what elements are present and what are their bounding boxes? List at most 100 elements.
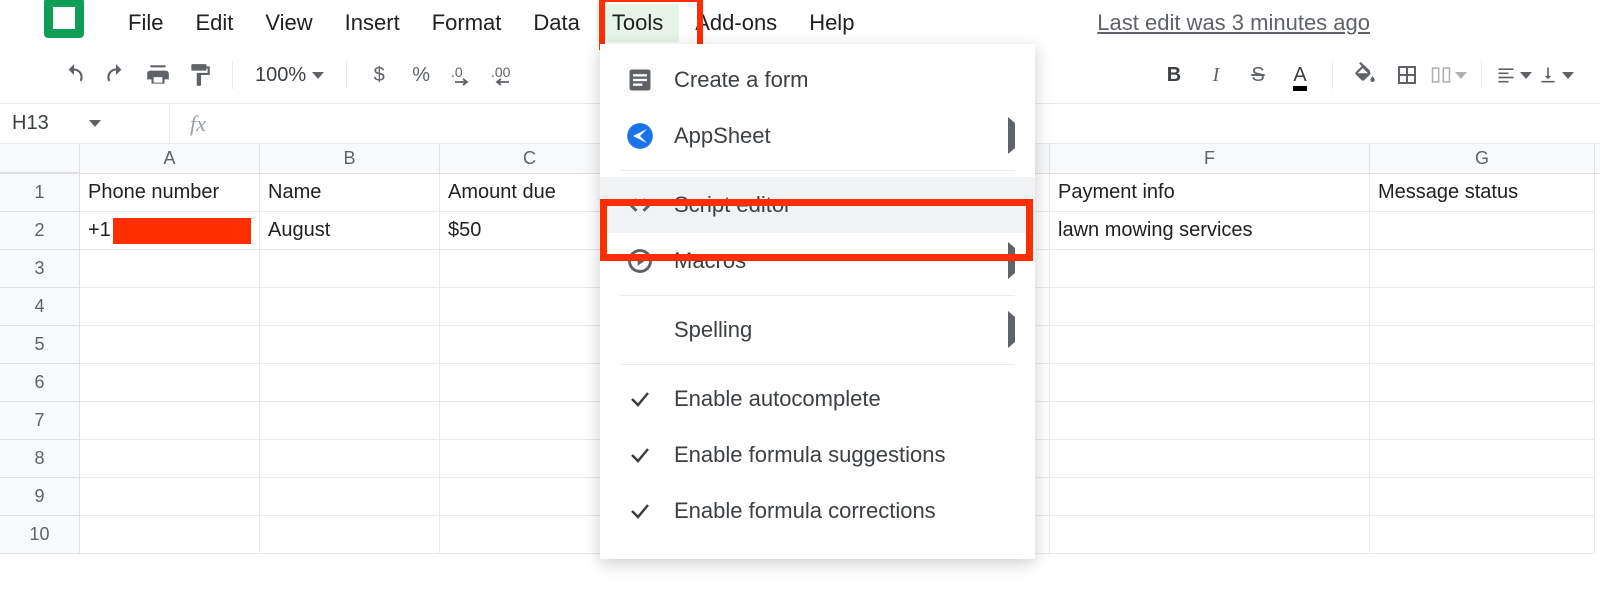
- cell[interactable]: [80, 440, 260, 478]
- cell[interactable]: August: [260, 212, 440, 250]
- cell[interactable]: [1050, 516, 1370, 554]
- merge-cells-button[interactable]: [1431, 57, 1467, 93]
- menu-item-script-editor[interactable]: Script editor: [600, 177, 1035, 233]
- cell[interactable]: +1: [80, 212, 260, 250]
- cell[interactable]: [440, 516, 620, 554]
- menu-edit[interactable]: Edit: [179, 4, 249, 42]
- column-header[interactable]: F: [1050, 144, 1370, 173]
- column-header[interactable]: C: [440, 144, 620, 173]
- cell[interactable]: [440, 364, 620, 402]
- row-header[interactable]: 10: [0, 516, 80, 554]
- menu-view[interactable]: View: [249, 4, 328, 42]
- cell[interactable]: [440, 440, 620, 478]
- text-color-button[interactable]: A: [1282, 57, 1318, 93]
- cell[interactable]: [1370, 478, 1595, 516]
- cell[interactable]: [80, 478, 260, 516]
- vertical-align-button[interactable]: [1538, 57, 1574, 93]
- cell[interactable]: [1050, 402, 1370, 440]
- percent-button[interactable]: %: [403, 57, 439, 93]
- cell[interactable]: [260, 364, 440, 402]
- row-header[interactable]: 9: [0, 478, 80, 516]
- row-header[interactable]: 1: [0, 174, 80, 212]
- menu-file[interactable]: File: [112, 4, 179, 42]
- cell[interactable]: [80, 402, 260, 440]
- fill-color-button[interactable]: [1347, 57, 1383, 93]
- menu-item-appsheet[interactable]: AppSheet: [600, 108, 1035, 164]
- menu-item-spelling[interactable]: Spelling: [600, 302, 1035, 358]
- cell[interactable]: [260, 402, 440, 440]
- cell[interactable]: [1370, 326, 1595, 364]
- cell[interactable]: lawn mowing services: [1050, 212, 1370, 250]
- name-box[interactable]: H13: [0, 104, 170, 144]
- cell[interactable]: [80, 326, 260, 364]
- menu-help[interactable]: Help: [793, 4, 870, 42]
- menu-item-macros[interactable]: Macros: [600, 233, 1035, 289]
- paint-format-button[interactable]: [182, 57, 218, 93]
- menu-addons[interactable]: Add-ons: [679, 4, 793, 42]
- select-all-corner[interactable]: [0, 144, 80, 173]
- cell[interactable]: [440, 402, 620, 440]
- zoom-dropdown[interactable]: 100%: [247, 64, 332, 87]
- row-header[interactable]: 8: [0, 440, 80, 478]
- menu-format[interactable]: Format: [416, 4, 518, 42]
- cell[interactable]: [1370, 364, 1595, 402]
- cell[interactable]: Name: [260, 174, 440, 212]
- undo-button[interactable]: [56, 57, 92, 93]
- row-header[interactable]: 5: [0, 326, 80, 364]
- cell[interactable]: Message status: [1370, 174, 1595, 212]
- cell[interactable]: [260, 288, 440, 326]
- horizontal-align-button[interactable]: [1496, 57, 1532, 93]
- cell[interactable]: [260, 478, 440, 516]
- currency-button[interactable]: $: [361, 57, 397, 93]
- cell[interactable]: Amount due: [440, 174, 620, 212]
- menu-insert[interactable]: Insert: [329, 4, 416, 42]
- cell[interactable]: $50: [440, 212, 620, 250]
- row-header[interactable]: 7: [0, 402, 80, 440]
- cell[interactable]: [1050, 478, 1370, 516]
- menu-tools[interactable]: Tools: [596, 4, 679, 42]
- cell[interactable]: [1050, 364, 1370, 402]
- cell[interactable]: Phone number: [80, 174, 260, 212]
- cell[interactable]: [1370, 440, 1595, 478]
- cell[interactable]: [1050, 440, 1370, 478]
- cell[interactable]: [80, 288, 260, 326]
- cell[interactable]: [440, 288, 620, 326]
- menu-data[interactable]: Data: [517, 4, 595, 42]
- last-edit-link[interactable]: Last edit was 3 minutes ago: [1097, 10, 1370, 36]
- cell[interactable]: [440, 326, 620, 364]
- cell[interactable]: [1370, 516, 1595, 554]
- cell[interactable]: [260, 440, 440, 478]
- menu-item-create-form[interactable]: Create a form: [600, 52, 1035, 108]
- column-header[interactable]: B: [260, 144, 440, 173]
- bold-button[interactable]: B: [1156, 57, 1192, 93]
- row-header[interactable]: 4: [0, 288, 80, 326]
- cell[interactable]: [1370, 288, 1595, 326]
- cell[interactable]: [260, 326, 440, 364]
- menu-item-enable-autocomplete[interactable]: Enable autocomplete: [600, 371, 1035, 427]
- cell[interactable]: [1050, 250, 1370, 288]
- cell[interactable]: Payment info: [1050, 174, 1370, 212]
- italic-button[interactable]: I: [1198, 57, 1234, 93]
- menu-item-enable-formula-corrections[interactable]: Enable formula corrections: [600, 483, 1035, 539]
- strikethrough-button[interactable]: S: [1240, 57, 1276, 93]
- cell[interactable]: [1370, 212, 1595, 250]
- cell[interactable]: [1370, 402, 1595, 440]
- print-button[interactable]: [140, 57, 176, 93]
- increase-decimal-button[interactable]: .00: [487, 57, 523, 93]
- cell[interactable]: [80, 250, 260, 288]
- cell[interactable]: [1050, 326, 1370, 364]
- cell[interactable]: [80, 364, 260, 402]
- redo-button[interactable]: [98, 57, 134, 93]
- borders-button[interactable]: [1389, 57, 1425, 93]
- cell[interactable]: [80, 516, 260, 554]
- menu-item-enable-formula-suggestions[interactable]: Enable formula suggestions: [600, 427, 1035, 483]
- cell[interactable]: [440, 250, 620, 288]
- cell[interactable]: [1370, 250, 1595, 288]
- row-header[interactable]: 6: [0, 364, 80, 402]
- decrease-decimal-button[interactable]: .0: [445, 57, 481, 93]
- cell[interactable]: [1050, 288, 1370, 326]
- row-header[interactable]: 3: [0, 250, 80, 288]
- row-header[interactable]: 2: [0, 212, 80, 250]
- column-header[interactable]: A: [80, 144, 260, 173]
- cell[interactable]: [260, 250, 440, 288]
